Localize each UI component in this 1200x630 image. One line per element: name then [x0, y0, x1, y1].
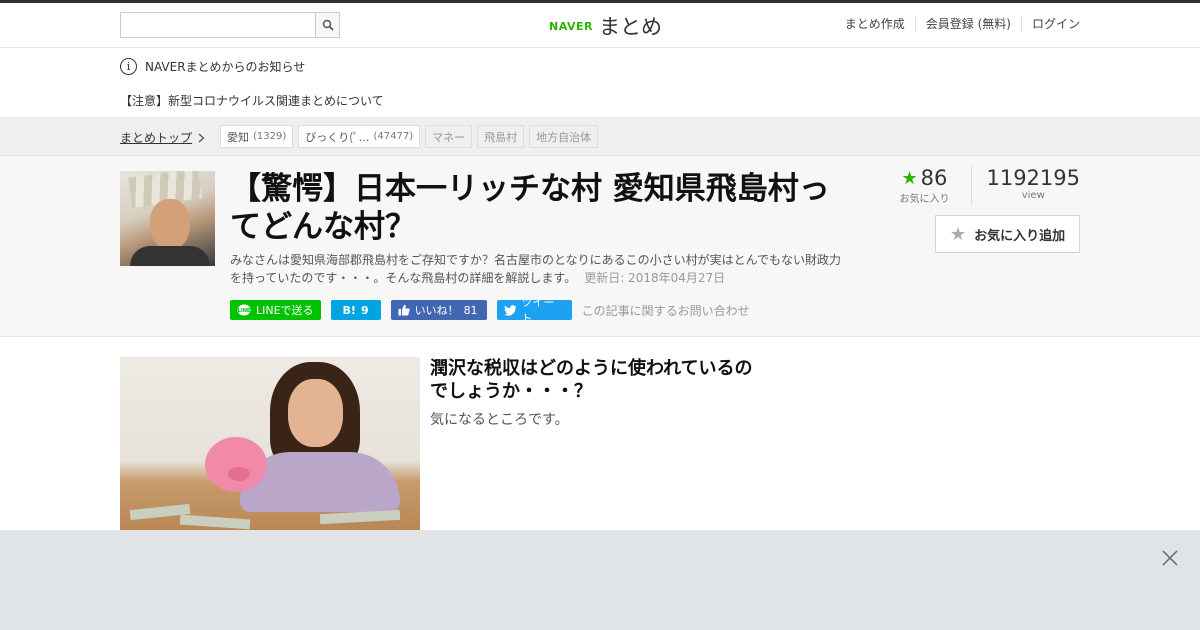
line-share-label: LINEで送る [256, 304, 314, 317]
article-body: 潤沢な税収はどのように使われているのでしょうか・・・？ 気になるところです。 [0, 337, 1200, 530]
favorite-count: 86 [920, 166, 948, 190]
add-favorite-label: お気に入り追加 [974, 228, 1066, 244]
tag-label: 地方自治体 [536, 130, 592, 144]
ad-overlay-banner [0, 530, 1200, 630]
site-header: NAVER まとめ まとめ作成 会員登録 (無料) ログイン [0, 3, 1200, 48]
hatena-count: 9 [360, 303, 369, 317]
tag-label: マネー [432, 130, 466, 144]
tag-aichi[interactable]: 愛知 (1329) [220, 125, 294, 148]
site-logo[interactable]: NAVER まとめ [549, 11, 662, 41]
search-button[interactable] [315, 12, 340, 38]
register-link[interactable]: 会員登録 (無料) [914, 17, 1021, 31]
view-count: 1192195 [986, 166, 1080, 190]
svg-text:LINE: LINE [238, 308, 251, 314]
create-matome-link[interactable]: まとめ作成 [835, 17, 915, 31]
header-links: まとめ作成 会員登録 (無料) ログイン [835, 17, 1080, 31]
article-header: 【驚愕】日本一リッチな村 愛知県飛島村ってどんな村？ みなさんは愛知県海部郡飛島… [0, 156, 1200, 337]
tag-label: 愛知 [227, 130, 249, 144]
tag-label: びっくり(ﾟ… [305, 130, 370, 144]
twitter-bird-icon [503, 304, 517, 316]
add-favorite-button[interactable]: ★ お気に入り追加 [935, 215, 1080, 253]
logo-matome: まとめ [598, 15, 662, 39]
facebook-like-label: いいね！ [414, 304, 459, 317]
close-icon[interactable] [1160, 548, 1180, 568]
view-count-label: view [1021, 190, 1045, 201]
article-title: 【驚愕】日本一リッチな村 愛知県飛島村ってどんな村？ [230, 171, 830, 245]
description-text: みなさんは愛知県海部郡飛島村をご存知ですか？名古屋市のとなりにあるこの小さい村が… [230, 253, 842, 285]
breadcrumb-top-link[interactable]: まとめトップ [120, 129, 205, 146]
breadcrumb: まとめトップ 愛知 (1329) びっくり(ﾟ… (47477) マネー 飛島村 地… [0, 118, 1200, 156]
inquiry-link[interactable]: この記事に関するお問い合わせ [582, 302, 750, 319]
tag-count: (1329) [253, 131, 287, 142]
notice-item-link[interactable]: 【注意】新型コロナウイルス関連まとめについて [120, 92, 384, 109]
line-share-button[interactable]: LINE LINEで送る [230, 300, 321, 320]
favorite-count-block: ★ 86 お気に入り [891, 166, 957, 205]
facebook-like-button[interactable]: いいね！ 81 [390, 300, 487, 320]
tweet-button[interactable]: ツイート [496, 296, 572, 325]
tag-money[interactable]: マネー [425, 125, 473, 148]
breadcrumb-top-label: まとめトップ [120, 131, 193, 145]
tag-list: 愛知 (1329) びっくり(ﾟ… (47477) マネー 飛島村 地方自治体 [220, 125, 599, 148]
favorite-count-label: お気に入り [899, 194, 950, 205]
thumbs-up-icon [398, 304, 410, 316]
tag-bikkuri[interactable]: びっくり(ﾟ… (47477) [298, 125, 421, 148]
tweet-label: ツイート [521, 296, 555, 325]
facebook-like-count: 81 [463, 303, 478, 317]
article-description: みなさんは愛知県海部郡飛島村をご存知ですか？名古屋市のとなりにあるこの小さい村が… [230, 251, 850, 287]
tag-tobishima[interactable]: 飛島村 [477, 125, 525, 148]
tag-local-government[interactable]: 地方自治体 [529, 125, 599, 148]
content-heading: 潤沢な税収はどのように使われているのでしょうか・・・？ [430, 358, 753, 402]
star-outline-icon: ★ [949, 223, 967, 245]
article-stats: ★ 86 お気に入り 1192195 view [891, 166, 1080, 205]
tag-label: 飛島村 [484, 130, 518, 144]
share-bar: LINE LINEで送る B! 9 いいね！ 81 ツイート この記事に関するお… [230, 296, 750, 325]
notice-heading: NAVERまとめからのお知らせ [145, 60, 306, 74]
woman-piggy-bank-image [120, 357, 420, 530]
hatena-icon: B! [342, 303, 356, 317]
notice-area: i NAVERまとめからのお知らせ 【注意】新型コロナウイルス関連まとめについて [0, 48, 1200, 118]
search-box [120, 12, 340, 38]
chevron-right-icon [198, 133, 205, 142]
article-thumbnail [120, 171, 215, 266]
star-icon: ★ [901, 167, 918, 189]
search-icon [322, 19, 334, 31]
logo-naver: NAVER [549, 19, 593, 33]
search-input[interactable] [120, 12, 315, 38]
tag-count: (47477) [373, 131, 414, 142]
info-icon: i [120, 58, 137, 75]
login-link[interactable]: ログイン [1020, 17, 1080, 31]
hatena-bookmark-button[interactable]: B! 9 [330, 300, 381, 320]
content-subtext: 気になるところです。 [430, 412, 569, 428]
view-count-block: 1192195 view [971, 166, 1080, 205]
line-icon: LINE [237, 304, 251, 315]
updated-date: 更新日: 2018年04月27日 [584, 271, 726, 285]
